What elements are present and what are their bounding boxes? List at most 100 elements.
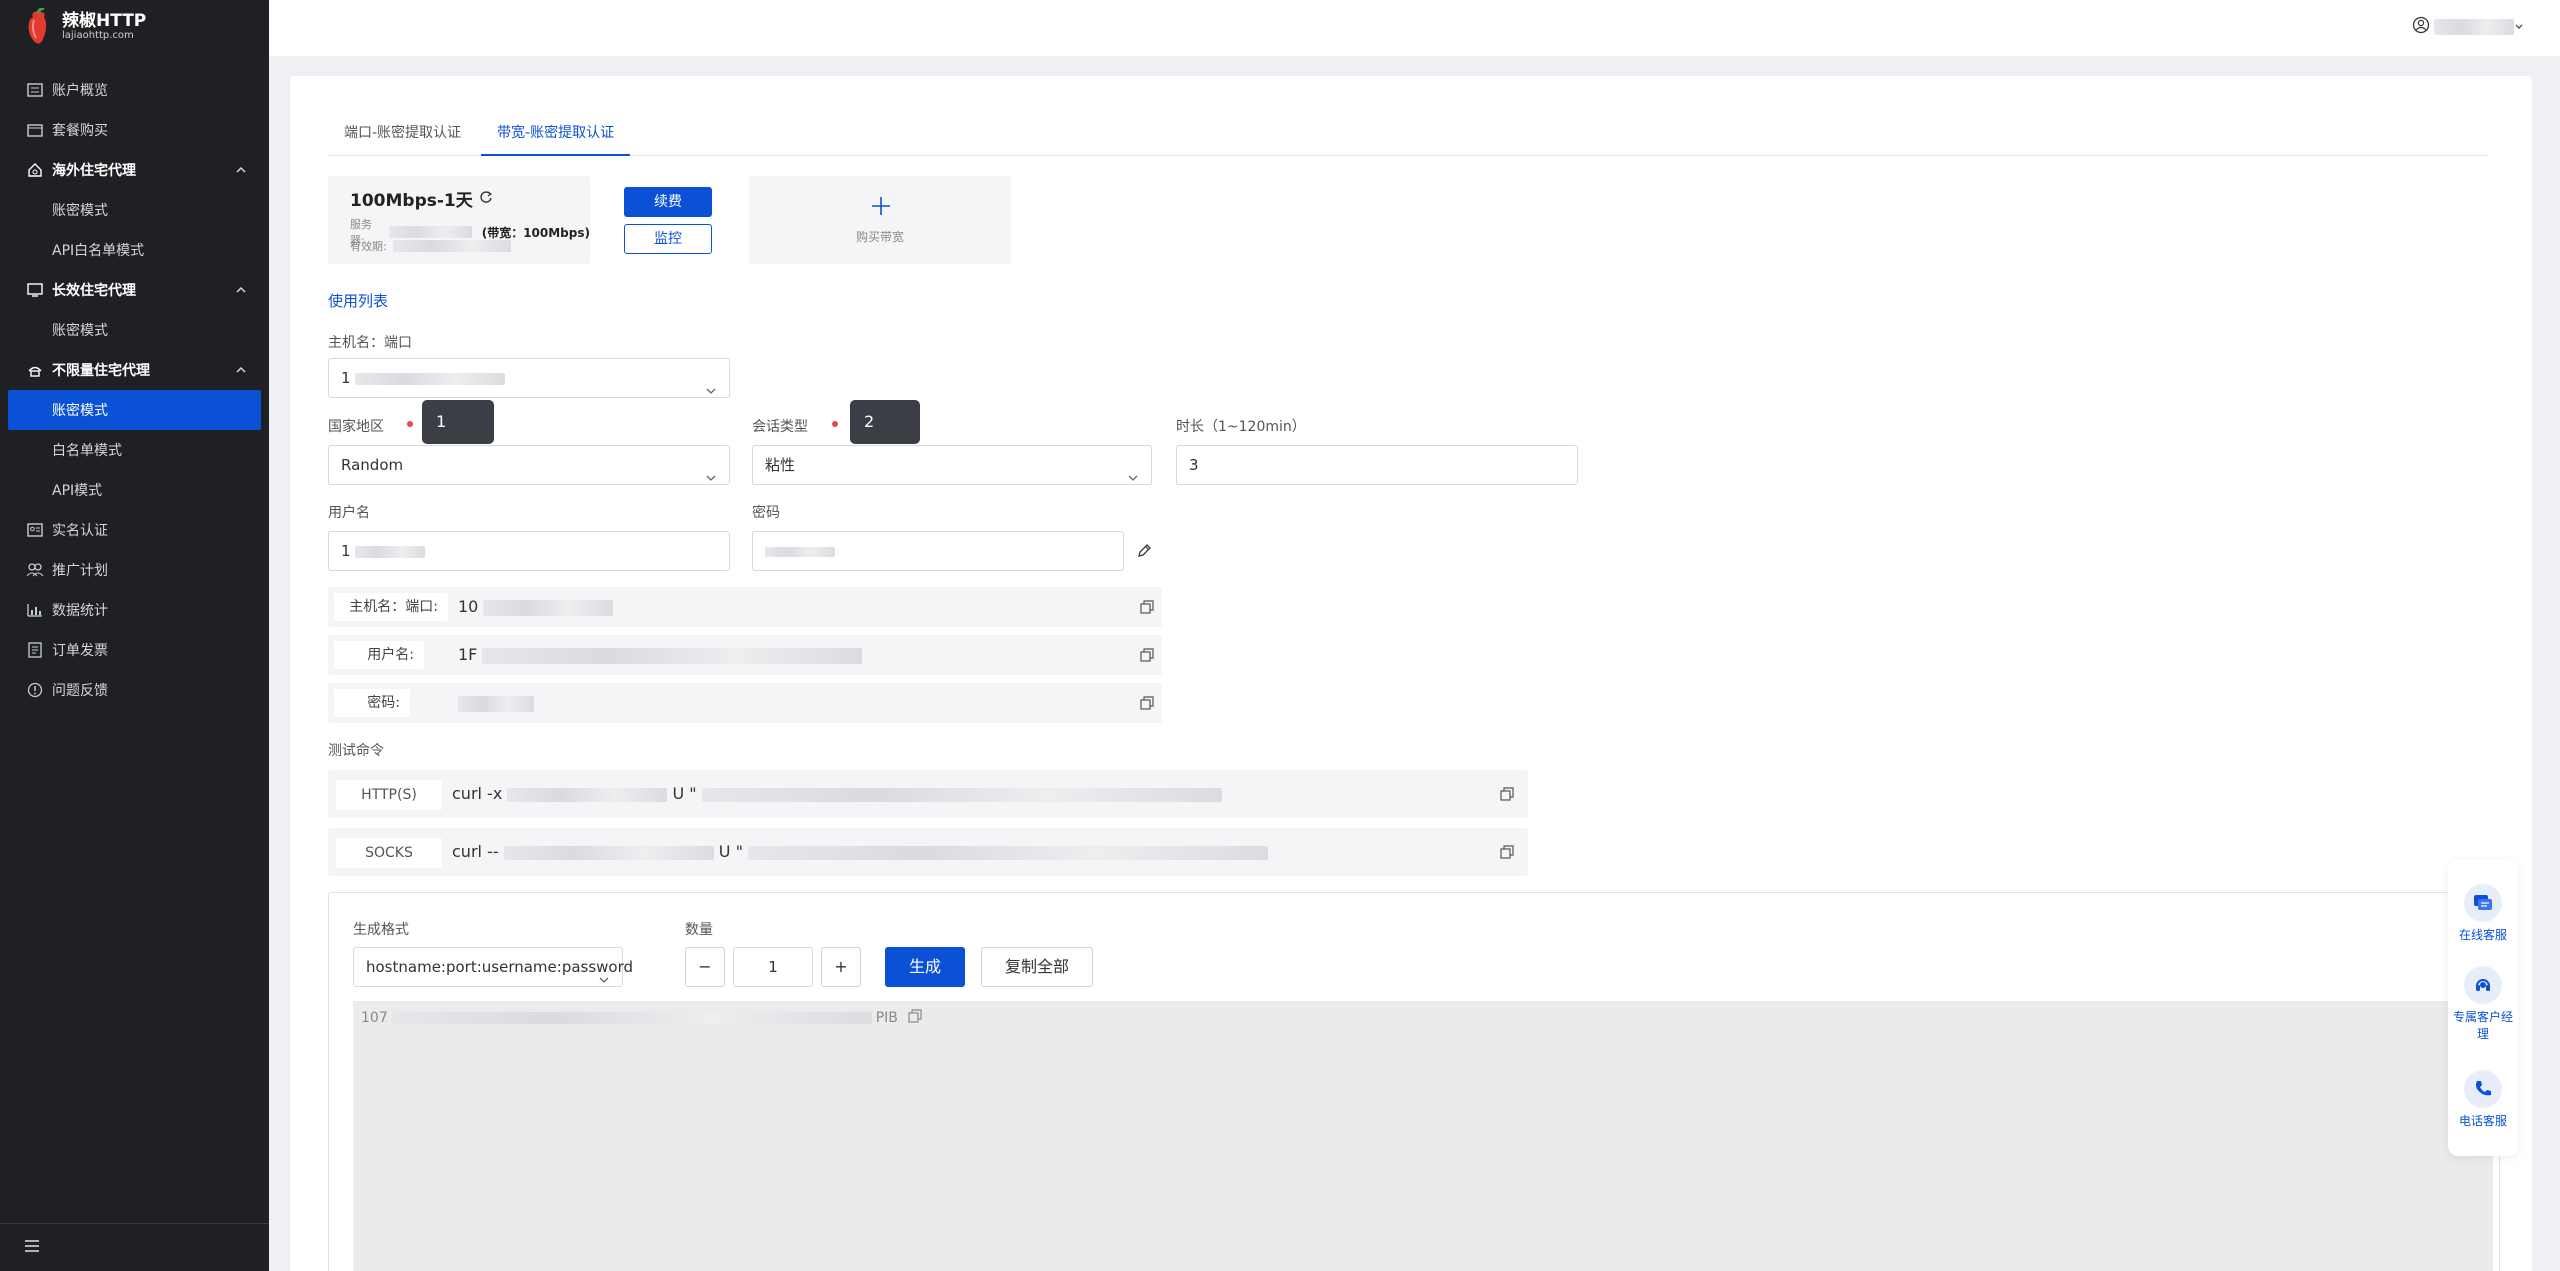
plus-icon	[871, 196, 891, 220]
account-manager-button[interactable]: 专属客户经理	[2448, 966, 2518, 1042]
sidebar-item-overview[interactable]: 账户概览	[0, 70, 269, 110]
id-card-icon	[24, 519, 46, 541]
sidebar-item-feedback[interactable]: 问题反馈	[0, 670, 269, 710]
main-panel: 端口-账密提取认证 带宽-账密提取认证 100Mbps-1天 服务器: (带宽：…	[290, 76, 2532, 1271]
tab-port-auth[interactable]: 端口-账密提取认证	[328, 116, 477, 156]
sidebar-item-label: API白名单模式	[52, 243, 145, 259]
username-input[interactable]: 1	[328, 531, 730, 571]
password-value-redacted	[458, 695, 534, 712]
monitor-button[interactable]: 监控	[624, 224, 712, 254]
quantity-plus-button[interactable]: +	[821, 947, 861, 987]
info-row-value: 1F	[458, 635, 863, 675]
sidebar-group-overseas[interactable]: 海外住宅代理	[0, 150, 269, 190]
refresh-icon[interactable]	[479, 189, 493, 209]
copy-icon[interactable]	[1140, 696, 1154, 710]
result-output[interactable]: 107 PIB	[353, 1001, 2493, 1271]
session-marker-dot	[832, 421, 838, 427]
chevron-down-icon	[598, 962, 610, 983]
country-marker-dot	[407, 421, 413, 427]
username-label: 用户名	[328, 505, 370, 521]
generate-button[interactable]: 生成	[885, 947, 965, 987]
sidebar-item-label: 账密模式	[52, 323, 108, 339]
sidebar-item-overseas-api[interactable]: API白名单模式	[0, 230, 269, 270]
country-select[interactable]: Random	[328, 445, 730, 485]
format-select[interactable]: hostname:port:username:password	[353, 947, 633, 987]
info-row-host: 主机名：端口: 10	[328, 587, 1162, 627]
info-row-username: 用户名: 1F	[328, 635, 1162, 675]
sidebar-item-long-term-auth[interactable]: 账密模式	[0, 310, 269, 350]
sidebar-item-unlimited-whitelist[interactable]: 白名单模式	[0, 430, 269, 470]
phone-icon	[2464, 1070, 2502, 1108]
info-row-value	[458, 683, 534, 723]
username-value-redacted	[482, 647, 863, 664]
sidebar-collapse[interactable]	[0, 1223, 269, 1271]
chevron-up-icon	[233, 282, 249, 298]
tooltip-1: 1	[422, 400, 494, 444]
generator-panel: 生成格式 hostname:port:username:password 数量 …	[328, 892, 2500, 1271]
float-item-label: 专属客户经理	[2452, 1010, 2513, 1041]
session-label: 会话类型	[752, 419, 808, 435]
command-key: HTTP(S)	[336, 780, 442, 810]
buy-bandwidth-card[interactable]: 购买带宽	[749, 176, 1011, 264]
server-redacted	[389, 226, 472, 238]
sidebar-item-label: 账密模式	[52, 203, 108, 219]
sidebar-item-promotion[interactable]: 推广计划	[0, 550, 269, 590]
country-label: 国家地区	[328, 419, 384, 435]
host-label: 主机名：端口	[328, 335, 412, 351]
copy-icon[interactable]	[1140, 600, 1154, 614]
renew-button[interactable]: 续费	[624, 187, 712, 217]
session-select[interactable]: 粘性	[752, 445, 1152, 485]
info-row-value: 10	[458, 587, 614, 627]
password-input[interactable]	[752, 531, 1124, 571]
sidebar-item-label: 问题反馈	[52, 683, 108, 699]
sidebar-item-verify[interactable]: 实名认证	[0, 510, 269, 550]
chevron-up-icon	[233, 162, 249, 178]
copy-icon[interactable]	[1500, 845, 1514, 859]
sidebar-item-statistics[interactable]: 数据统计	[0, 590, 269, 630]
people-icon	[24, 559, 46, 581]
command-value: curl -- U "	[452, 828, 1269, 876]
usage-list-link[interactable]: 使用列表	[328, 290, 388, 311]
copy-all-button[interactable]: 复制全部	[981, 947, 1093, 987]
sidebar-item-unlimited-api[interactable]: API模式	[0, 470, 269, 510]
tooltip-2: 2	[850, 400, 920, 444]
sidebar-group-long-term[interactable]: 长效住宅代理	[0, 270, 269, 310]
quantity-minus-button[interactable]: −	[685, 947, 725, 987]
info-row-key: 主机名：端口:	[334, 593, 448, 621]
brand-subtitle: lajiaohttp.com	[62, 29, 134, 41]
copy-icon[interactable]	[1500, 787, 1514, 801]
expiry-redacted	[392, 240, 511, 252]
chevron-up-icon	[233, 362, 249, 378]
float-item-label: 电话客服	[2458, 1114, 2507, 1128]
sidebar-item-overseas-auth[interactable]: 账密模式	[0, 190, 269, 230]
sidebar-item-unlimited-auth[interactable]: 账密模式	[8, 390, 261, 430]
cart-icon	[24, 119, 46, 141]
plan-card: 100Mbps-1天 服务器: (带宽：100Mbps) 有效期:	[328, 176, 590, 264]
host-select-value: 1	[341, 369, 351, 387]
user-menu[interactable]	[2412, 16, 2524, 38]
sidebar-item-label: 订单发票	[52, 643, 108, 659]
host-select[interactable]: 1	[328, 358, 730, 398]
phone-support-button[interactable]: 电话客服	[2448, 1070, 2518, 1129]
online-support-button[interactable]: 在线客服	[2448, 884, 2518, 943]
sidebar-nav: 账户概览 套餐购买 海外住宅代理 账密模式 API白名单模式 长效住宅代理 账密…	[0, 70, 269, 710]
sidebar-item-label: 数据统计	[52, 603, 108, 619]
brand-logo[interactable]: 辣椒HTTP lajiaohttp.com	[24, 7, 146, 46]
command-row-http: HTTP(S) curl -x U "	[328, 770, 1528, 818]
session-select-value: 粘性	[765, 456, 796, 474]
edit-icon[interactable]	[1136, 543, 1152, 563]
copy-icon[interactable]	[908, 1009, 922, 1027]
alert-icon	[24, 679, 46, 701]
tab-bandwidth-auth[interactable]: 带宽-账密提取认证	[481, 116, 631, 156]
sidebar-item-invoices[interactable]: 订单发票	[0, 630, 269, 670]
duration-input[interactable]: 3	[1176, 445, 1578, 485]
menu-icon[interactable]	[24, 1239, 40, 1257]
copy-icon[interactable]	[1140, 648, 1154, 662]
username-redacted	[2434, 19, 2514, 35]
sidebar-item-purchase[interactable]: 套餐购买	[0, 110, 269, 150]
info-row-key: 用户名:	[334, 641, 424, 669]
quantity-input[interactable]: 1	[733, 947, 813, 987]
sidebar-group-unlimited[interactable]: 不限量住宅代理	[0, 350, 269, 390]
host-redacted	[355, 372, 506, 385]
sidebar-item-label: 不限量住宅代理	[52, 363, 150, 379]
